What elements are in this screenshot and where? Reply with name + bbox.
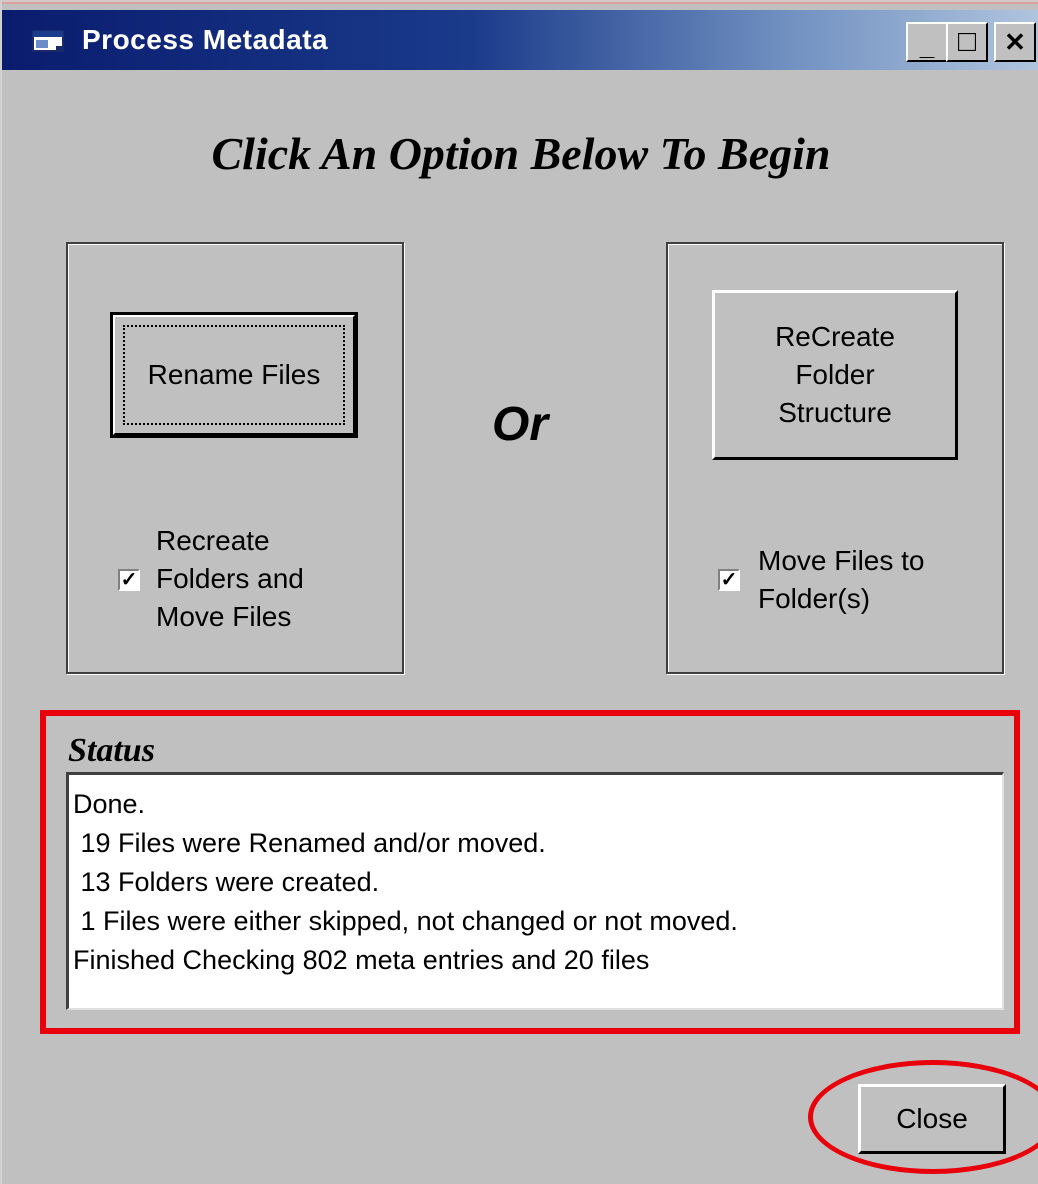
status-line: 19 Files were Renamed and/or moved.	[73, 828, 546, 858]
recreate-folder-structure-button[interactable]: ReCreate Folder Structure	[712, 290, 958, 460]
label-line: ReCreate	[775, 321, 895, 352]
label-line: Folder	[795, 359, 875, 390]
recreate-folders-checkbox[interactable]: ✓	[118, 569, 140, 591]
instruction-heading: Click An Option Below To Begin	[211, 128, 831, 179]
window-title: Process Metadata	[82, 24, 329, 55]
process-metadata-window: Process Metadata _ □ ✕ Click An Option B…	[0, 0, 1038, 1184]
rename-files-button[interactable]: Rename Files	[110, 312, 358, 438]
recreate-folders-label[interactable]: Recreate Folders and Move Files	[156, 522, 304, 636]
top-edge-line	[2, 2, 1038, 4]
label-line: Folders and	[156, 563, 304, 594]
label-line: Move Files	[156, 601, 292, 632]
or-separator: Or	[492, 398, 549, 451]
move-files-label[interactable]: Move Files to Folder(s)	[758, 542, 925, 618]
maximize-button[interactable]: □	[946, 22, 988, 62]
status-line: Finished Checking 802 meta entries and 2…	[73, 945, 650, 975]
status-line: Done.	[73, 789, 146, 819]
status-line: 1 Files were either skipped, not changed…	[73, 906, 738, 936]
status-heading: Status	[68, 732, 155, 769]
minimize-icon: _	[919, 30, 935, 61]
close-window-button[interactable]: ✕	[994, 22, 1036, 62]
maximize-icon: □	[957, 25, 977, 58]
label-line: Move Files to	[758, 545, 925, 576]
title-bar[interactable]: Process Metadata _ □ ✕	[2, 10, 1038, 70]
move-files-checkbox[interactable]: ✓	[718, 569, 740, 591]
label-line: Structure	[778, 397, 892, 428]
status-textarea[interactable]: Done. 19 Files were Renamed and/or moved…	[66, 772, 1004, 1010]
checkmark-icon: ✓	[720, 569, 738, 591]
focus-rectangle	[123, 325, 345, 425]
label-line: Recreate	[156, 525, 270, 556]
recreate-folder-structure-label: ReCreate Folder Structure	[775, 318, 895, 432]
label-line: Folder(s)	[758, 583, 871, 614]
close-icon: ✕	[1004, 26, 1026, 57]
status-line: 13 Folders were created.	[73, 867, 380, 897]
minimize-button[interactable]: _	[906, 22, 948, 62]
checkmark-icon: ✓	[120, 569, 138, 591]
close-button-label: Close	[896, 1103, 968, 1134]
app-window-icon	[32, 30, 64, 52]
close-button[interactable]: Close	[858, 1084, 1006, 1154]
